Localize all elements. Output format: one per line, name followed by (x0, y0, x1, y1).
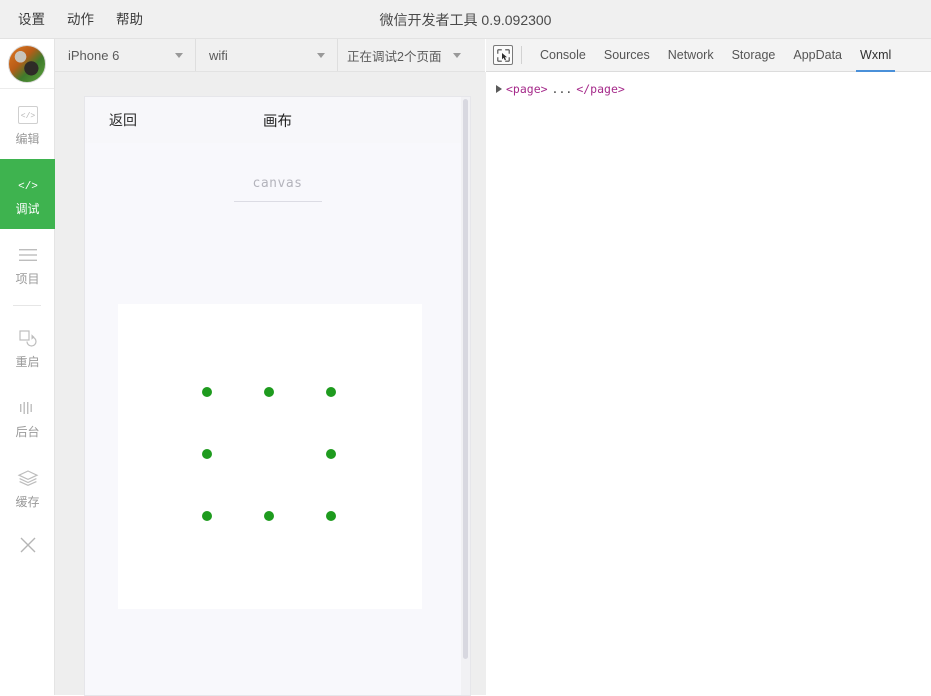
wxml-tree-node[interactable]: <page>... </page> (496, 80, 931, 98)
app-nav-bar: 返回 画布 (85, 97, 470, 143)
left-sidebar: </> 编辑 </> 调试 项目 重启 后台 缓存 (0, 39, 55, 695)
svg-text:</>: </> (18, 181, 38, 193)
avatar[interactable] (8, 44, 46, 83)
tab-console[interactable]: Console (531, 39, 595, 72)
menu-bar: 设置 动作 帮助 (18, 0, 143, 39)
chevron-down-icon (453, 53, 461, 58)
menu-actions[interactable]: 动作 (67, 13, 94, 27)
canvas-dot (264, 387, 274, 397)
disclosure-triangle-icon[interactable] (496, 85, 502, 93)
avatar-container[interactable] (0, 39, 54, 89)
canvas-dot (202, 387, 212, 397)
hamburger-lines-icon (18, 244, 38, 266)
wxml-panel: <page>... </page> (486, 72, 931, 695)
sidebar-item-label: 缓存 (15, 494, 40, 509)
code-brackets-icon: </> (17, 104, 38, 126)
devtools-tab-bar: Console Sources Network Storage AppData … (486, 39, 931, 72)
simulator-scrollbar[interactable] (461, 97, 470, 695)
sidebar-item-project[interactable]: 项目 (0, 229, 55, 299)
sidebar-item-debug[interactable]: </> 调试 (0, 159, 55, 229)
wxml-open-tag: <page> (506, 82, 548, 96)
sidebar-item-background[interactable]: 后台 (0, 382, 55, 452)
sidebar-item-label: 重启 (15, 354, 40, 369)
canvas-dot (264, 511, 274, 521)
canvas-dot (326, 511, 336, 521)
caption-underline (233, 201, 322, 202)
chevron-down-icon (175, 53, 183, 58)
device-viewport: 返回 画布 canvas (84, 96, 471, 696)
inspect-element-icon[interactable] (493, 45, 513, 65)
layers-icon (17, 467, 39, 489)
restart-icon (18, 327, 38, 349)
svg-text:</>: </> (20, 112, 35, 121)
tab-wxml[interactable]: Wxml (851, 39, 900, 72)
device-select[interactable]: iPhone 6 (55, 39, 196, 71)
sidebar-item-cache[interactable]: 缓存 (0, 452, 55, 522)
sidebar-divider (13, 305, 41, 306)
menu-settings[interactable]: 设置 (18, 13, 45, 27)
tab-sources[interactable]: Sources (595, 39, 659, 72)
tab-appdata[interactable]: AppData (784, 39, 851, 72)
menu-help[interactable]: 帮助 (116, 13, 143, 27)
tab-network[interactable]: Network (659, 39, 723, 72)
code-brackets-icon: </> (17, 174, 39, 196)
debug-pages-select[interactable]: 正在调试2个页面 (338, 39, 469, 71)
wxml-close-tag: </page> (576, 82, 625, 96)
background-icon (17, 397, 39, 419)
canvas-dot (326, 387, 336, 397)
sidebar-item-restart[interactable]: 重启 (0, 312, 55, 382)
title-bar: 设置 动作 帮助 微信开发者工具 0.9.092300 (0, 0, 931, 39)
network-select-value: wifi (209, 47, 228, 63)
sidebar-item-label: 编辑 (15, 131, 40, 146)
close-icon[interactable] (0, 522, 55, 568)
sidebar-item-label: 后台 (15, 424, 40, 439)
simulator-area: 返回 画布 canvas (55, 72, 486, 696)
scrollbar-thumb[interactable] (463, 99, 468, 659)
debug-pages-select-value: 正在调试2个页面 (347, 49, 442, 64)
wxml-ellipsis: ... (551, 82, 573, 96)
chevron-down-icon (317, 53, 325, 58)
simulator-toolbar: iPhone 6 wifi 正在调试2个页面 (55, 39, 485, 72)
canvas-dot (326, 449, 336, 459)
sidebar-item-label: 调试 (15, 201, 40, 216)
canvas-caption: canvas (252, 176, 303, 191)
device-select-value: iPhone 6 (68, 47, 120, 63)
toolbar-divider (521, 46, 522, 64)
drawing-canvas[interactable] (118, 304, 422, 609)
sidebar-item-edit[interactable]: </> 编辑 (0, 89, 55, 159)
page-title: 画布 (263, 114, 292, 130)
canvas-dot (202, 511, 212, 521)
network-select[interactable]: wifi (196, 39, 338, 71)
sidebar-item-label: 项目 (15, 271, 40, 286)
canvas-dot (202, 449, 212, 459)
tab-storage[interactable]: Storage (723, 39, 785, 72)
